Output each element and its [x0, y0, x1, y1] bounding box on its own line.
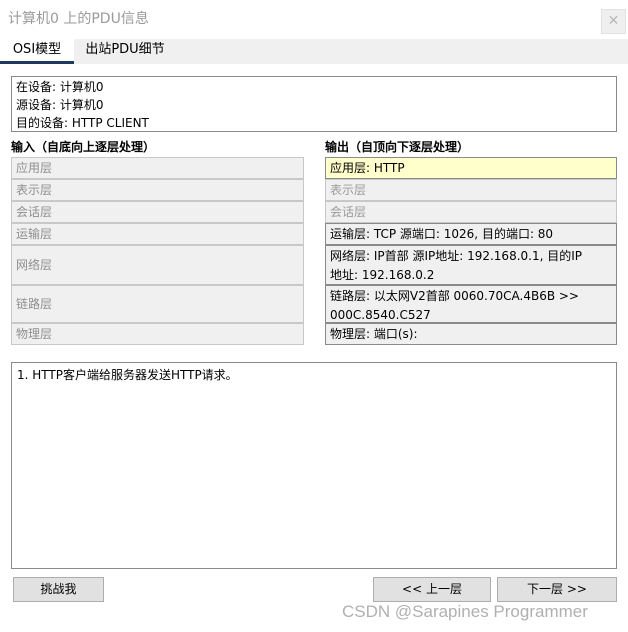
tab-strip-filler — [176, 39, 628, 64]
inbound-layer-label: 应用层 — [16, 161, 53, 175]
outbound-layer-link[interactable]: 链路层: 以太网V2首部 0060.70CA.4B6B >> 000C.8540… — [325, 285, 617, 323]
inbound-layer-application: 应用层 — [11, 157, 304, 179]
previous-layer-button[interactable]: << 上一层 — [373, 577, 491, 602]
inbound-layer-label: 会话层 — [16, 205, 53, 219]
inbound-layer-label: 表示层 — [16, 183, 53, 197]
at-device-line: 在设备: 计算机0 — [16, 80, 104, 94]
outbound-layer-label: 物理层: 端口(s): — [330, 327, 418, 341]
outbound-layer-session: 会话层 — [325, 201, 617, 223]
window-title: 计算机0 上的PDU信息 — [8, 11, 149, 27]
outbound-layer-label: 表示层 — [330, 183, 367, 197]
inbound-header: 输入（自底向上逐层处理） — [11, 140, 156, 154]
tab-osi-model[interactable]: OSI模型 — [0, 39, 74, 64]
inbound-layer-label: 网络层 — [16, 258, 53, 272]
description-text: 1. HTTP客户端给服务器发送HTTP请求。 — [17, 368, 238, 382]
device-info-box: 在设备: 计算机0 源设备: 计算机0 目的设备: HTTP CLIENT — [11, 76, 617, 132]
tab-outbound-pdu-details[interactable]: 出站PDU细节 — [74, 39, 176, 64]
outbound-layer-network[interactable]: 网络层: IP首部 源IP地址: 192.168.0.1, 目的IP 地址: 1… — [325, 245, 617, 285]
inbound-layer-label: 运输层 — [16, 227, 53, 241]
outbound-layer-application[interactable]: 应用层: HTTP — [325, 157, 617, 179]
active-tab-indicator — [0, 61, 74, 64]
inbound-layer-label: 物理层 — [16, 327, 53, 341]
outbound-layer-transport[interactable]: 运输层: TCP 源端口: 1026, 目的端口: 80 — [325, 223, 617, 245]
inbound-layer-physical: 物理层 — [11, 323, 304, 345]
outbound-layer-presentation: 表示层 — [325, 179, 617, 201]
outbound-layer-label: 应用层: HTTP — [330, 161, 405, 175]
dest-device-line: 目的设备: HTTP CLIENT — [16, 116, 149, 130]
close-icon: ✕ — [607, 13, 620, 29]
inbound-layer-label: 链路层 — [16, 297, 53, 311]
challenge-me-label: 挑战我 — [40, 582, 77, 596]
tab-strip: OSI模型 出站PDU细节 — [0, 39, 628, 64]
outbound-layer-line: 链路层: 以太网V2首部 0060.70CA.4B6B >> — [330, 289, 579, 303]
close-button[interactable]: ✕ — [601, 9, 626, 34]
inbound-layer-network: 网络层 — [11, 245, 304, 285]
outbound-layer-line: 网络层: IP首部 源IP地址: 192.168.0.1, 目的IP — [330, 249, 583, 263]
watermark: CSDN @Sarapines Programmer — [342, 602, 588, 621]
source-device-line: 源设备: 计算机0 — [16, 98, 104, 112]
tab-osi-model-label: OSI模型 — [12, 42, 62, 57]
outbound-header: 输出（自顶向下逐层处理） — [325, 140, 470, 154]
outbound-layer-line: 地址: 192.168.0.2 — [330, 268, 435, 282]
previous-layer-label: << 上一层 — [402, 582, 462, 596]
outbound-layer-line: 000C.8540.C527 — [330, 308, 431, 322]
inbound-layer-session: 会话层 — [11, 201, 304, 223]
tab-outbound-pdu-details-label: 出站PDU细节 — [85, 42, 165, 57]
inbound-layer-link: 链路层 — [11, 285, 304, 323]
outbound-layer-label: 会话层 — [330, 205, 367, 219]
outbound-layer-physical[interactable]: 物理层: 端口(s): — [325, 323, 617, 345]
inbound-layer-transport: 运输层 — [11, 223, 304, 245]
outbound-layer-label: 运输层: TCP 源端口: 1026, 目的端口: 80 — [330, 227, 554, 241]
inbound-layer-presentation: 表示层 — [11, 179, 304, 201]
next-layer-label: 下一层 >> — [527, 582, 587, 596]
description-box: 1. HTTP客户端给服务器发送HTTP请求。 — [11, 362, 617, 569]
next-layer-button[interactable]: 下一层 >> — [497, 577, 617, 602]
challenge-me-button[interactable]: 挑战我 — [13, 577, 104, 602]
